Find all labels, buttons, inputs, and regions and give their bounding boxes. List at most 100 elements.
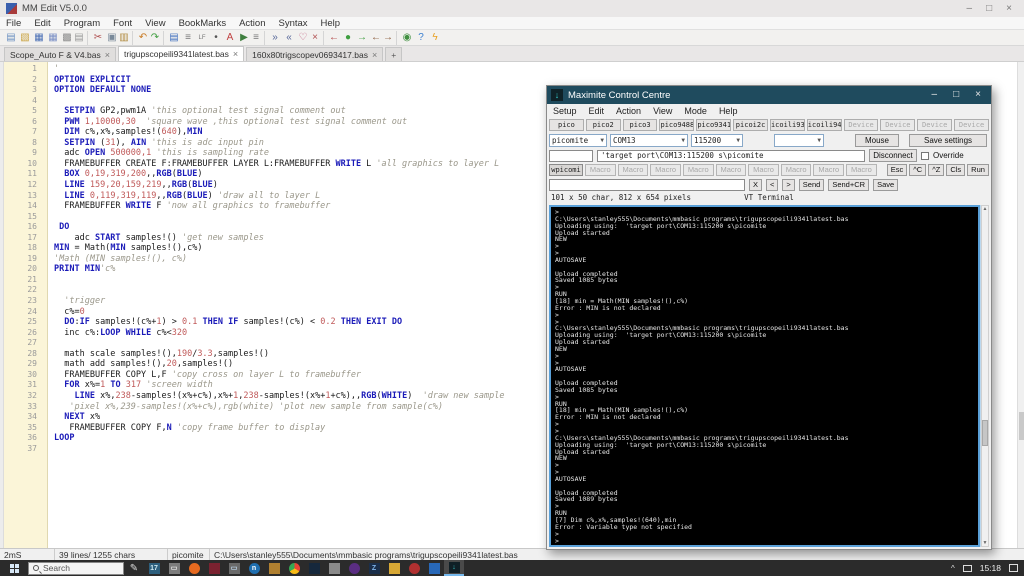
maximite-menu-mode[interactable]: Mode (684, 106, 707, 116)
mmedit-maximize-icon[interactable]: □ (986, 4, 992, 14)
mmedit-menu-edit[interactable]: Edit (34, 18, 50, 29)
terminal-output[interactable]: >C:\Users\stanley555\Documents\mmbasic p… (549, 205, 980, 547)
mmedit-menu-action[interactable]: Action (239, 18, 265, 29)
indent-icon[interactable]: » (268, 31, 282, 45)
mmedit-minimize-icon[interactable]: – (967, 4, 973, 14)
taskbar-search-input[interactable]: Search (28, 562, 124, 575)
device-button-pico2[interactable]: pico2 (586, 119, 621, 131)
taskbar-app-chrome[interactable] (284, 560, 304, 576)
device-type-select[interactable]: picomite▼ (549, 134, 607, 147)
maximite-menu-action[interactable]: Action (616, 106, 641, 116)
notification-center-icon[interactable] (1009, 564, 1018, 572)
target-port-field[interactable]: 'target port\COM13:115200 s\picomite (597, 150, 865, 162)
maximite-menu-help[interactable]: Help (719, 106, 738, 116)
send-button-left[interactable]: < (766, 179, 778, 191)
macro-button-wpicomi[interactable]: wpicomi (549, 164, 583, 176)
filter-field[interactable] (549, 150, 593, 162)
maximite-menu-setup[interactable]: Setup (553, 106, 577, 116)
send-button-save[interactable]: Save (873, 179, 898, 191)
save-as-icon[interactable]: ▦ (46, 31, 60, 45)
taskbar-app-14[interactable] (404, 560, 424, 576)
tray-chevron-up-icon[interactable]: ^ (951, 564, 955, 573)
taskbar-app-firefox[interactable] (184, 560, 204, 576)
dot-icon[interactable]: • (209, 31, 223, 45)
control-button-esc[interactable]: Esc (887, 164, 908, 176)
com-port-select[interactable]: COM13▼ (610, 134, 688, 147)
send-input[interactable] (549, 179, 745, 191)
bookmark-icon[interactable]: ▤ (167, 31, 181, 45)
next-icon[interactable]: → (383, 31, 397, 45)
taskbar-app-2[interactable]: ▭ (164, 560, 184, 576)
open-file-icon[interactable]: ▧ (18, 31, 32, 45)
send-button-sendpluscr[interactable]: Send+CR (828, 179, 869, 191)
new-file-icon[interactable]: ▤ (4, 31, 18, 45)
device-button-pico9488[interactable]: pico9488 (659, 119, 694, 131)
mmedit-menu-file[interactable]: File (6, 18, 21, 29)
control-button-cls[interactable]: Cls (946, 164, 965, 176)
taskbar-app-defender[interactable] (424, 560, 444, 576)
terminal-scrollbar[interactable]: ▲ ▼ (981, 205, 989, 547)
mmedit-menu-font[interactable]: Font (113, 18, 132, 29)
web-icon[interactable]: ◉ (400, 31, 414, 45)
taskbar-app-9[interactable] (304, 560, 324, 576)
save-icon[interactable]: ▦ (32, 31, 46, 45)
editor-scrollbar-thumb[interactable] (1019, 412, 1024, 440)
taskbar-app-5[interactable]: ▭ (224, 560, 244, 576)
tab-close-icon[interactable]: × (372, 50, 377, 60)
tab-close-icon[interactable]: × (105, 50, 110, 60)
copy-icon[interactable]: ▣ (105, 31, 119, 45)
taskbar-app-4[interactable] (204, 560, 224, 576)
disconnect-button[interactable]: Disconnect (869, 149, 917, 162)
tab-close-icon[interactable]: × (233, 49, 238, 59)
undo-icon[interactable]: ↶ (136, 31, 150, 45)
override-checkbox[interactable] (921, 152, 929, 160)
tab-1[interactable]: Scope_Auto F & V4.bas× (4, 47, 116, 61)
device-button-pico9341[interactable]: pico9341 (696, 119, 731, 131)
outdent-icon[interactable]: « (282, 31, 296, 45)
taskbar-app-7[interactable] (264, 560, 284, 576)
terminal-scrollbar-thumb[interactable] (982, 420, 988, 446)
mmedit-titlebar[interactable]: MM Edit V5.0.0 – □ × (0, 0, 1024, 17)
close-doc-icon[interactable]: × (310, 31, 324, 45)
send-button-x[interactable]: X (749, 179, 762, 191)
taskbar-app-6[interactable]: n (244, 560, 264, 576)
control-button-run[interactable]: Run (967, 164, 989, 176)
redo-icon[interactable]: ↷ (150, 31, 164, 45)
taskbar-app-explorer[interactable] (384, 560, 404, 576)
scroll-down-icon[interactable]: ▼ (982, 540, 988, 546)
device-button-icoili948[interactable]: icoili948 (807, 119, 842, 131)
maximite-minimize-icon[interactable]: – (932, 90, 938, 100)
taskbar-app-maximite[interactable]: ↓ (444, 560, 464, 576)
tab-new-button[interactable]: + (385, 47, 402, 61)
taskbar-clock[interactable]: 15:18 (980, 563, 1001, 573)
outline-icon[interactable]: ≡ (251, 31, 265, 45)
goto-icon[interactable]: ▶ (237, 31, 251, 45)
mmedit-menu-program[interactable]: Program (64, 18, 100, 29)
tray-network-icon[interactable] (963, 565, 972, 572)
help-icon[interactable]: ? (414, 31, 428, 45)
font-icon[interactable]: A (223, 31, 237, 45)
list-icon[interactable]: ≡ (181, 31, 195, 45)
device-button-icoili934[interactable]: icoili934 (770, 119, 805, 131)
device-button-picoi2c[interactable]: picoi2c (733, 119, 768, 131)
mmedit-menu-view[interactable]: View (145, 18, 165, 29)
control-button-z[interactable]: ^Z (928, 164, 944, 176)
taskbar-app-10[interactable] (324, 560, 344, 576)
taskbar-app-12[interactable]: Z (364, 560, 384, 576)
device-button-pico[interactable]: pico (549, 119, 584, 131)
maximite-close-icon[interactable]: × (975, 90, 981, 100)
scroll-up-icon[interactable]: ▲ (982, 206, 988, 212)
taskbar-app-1[interactable]: 17 (144, 560, 164, 576)
mmedit-close-icon[interactable]: × (1006, 4, 1012, 14)
baud-rate-select[interactable]: 115200▼ (691, 134, 743, 147)
start-button[interactable] (0, 560, 28, 576)
paste-icon[interactable]: ▥ (119, 31, 133, 45)
maximite-menu-view[interactable]: View (653, 106, 672, 116)
taskbar-app-11[interactable] (344, 560, 364, 576)
maximite-maximize-icon[interactable]: □ (953, 90, 959, 100)
flash-icon[interactable]: ϟ (428, 31, 442, 45)
forward-arrow-icon[interactable]: → (355, 31, 369, 45)
send-button-right[interactable]: > (782, 179, 794, 191)
send-button-send[interactable]: Send (799, 179, 825, 191)
control-button-c[interactable]: ^C (909, 164, 926, 176)
